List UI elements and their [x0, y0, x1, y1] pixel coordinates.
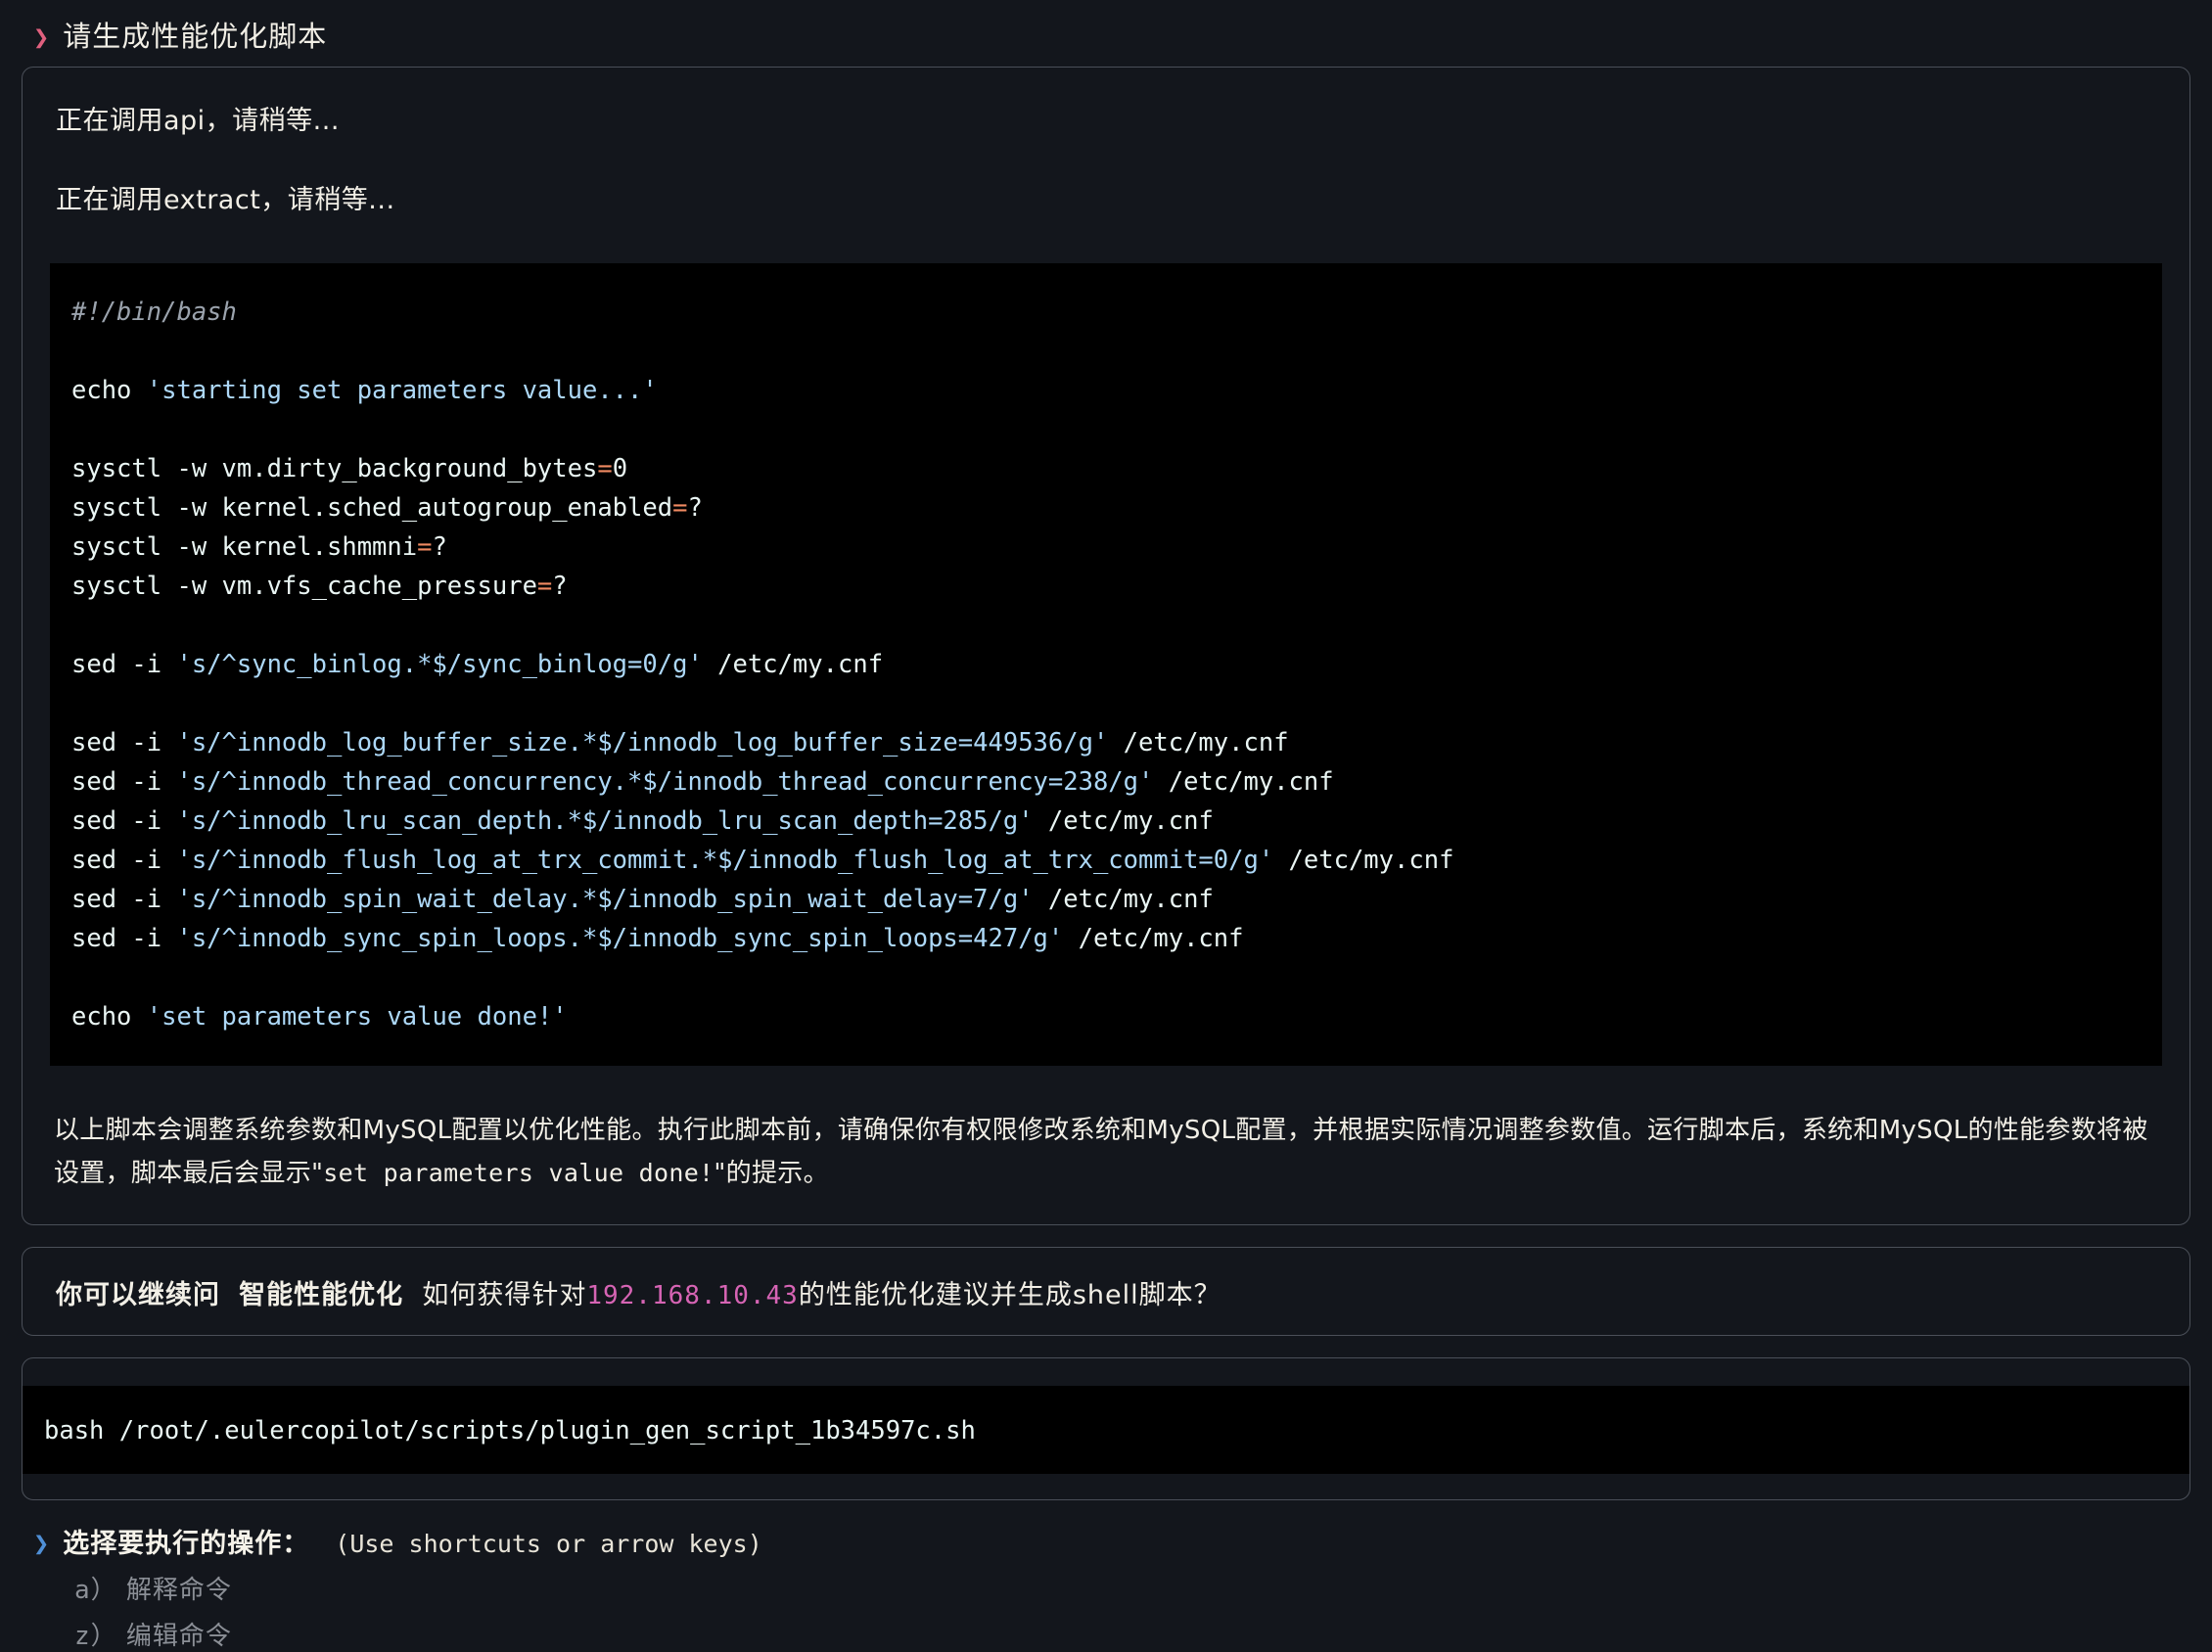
- code-line: #!/bin/bash: [50, 293, 2162, 332]
- code-token-plain: sysctl -w vm.dirty_background_bytes: [71, 454, 597, 483]
- code-line: sed -i 's/^innodb_log_buffer_size.*$/inn…: [50, 723, 2162, 762]
- code-token-plain: sed -i: [71, 924, 176, 953]
- code-token-plain: sysctl -w kernel.sched_autogroup_enabled: [71, 493, 672, 523]
- code-token-string: 'set parameters value done!': [147, 1002, 568, 1032]
- code-line: sed -i 's/^innodb_lru_scan_depth.*$/inno…: [50, 802, 2162, 841]
- code-line: sed -i 's/^innodb_thread_concurrency.*$/…: [50, 762, 2162, 802]
- code-token-path: /etc/my.cnf: [703, 650, 883, 679]
- action-option-a[interactable]: a） 解释命令: [74, 1570, 2190, 1606]
- suggestion-text: 你可以继续问 智能性能优化 如何获得针对192.168.10.43的性能优化建议…: [56, 1273, 2162, 1311]
- code-line-blank: [50, 684, 2162, 723]
- user-prompt: ❯ 请生成性能优化脚本: [22, 14, 2190, 55]
- script-lines: echo 'starting set parameters value...' s…: [50, 371, 2162, 1036]
- code-token-plain: sysctl -w kernel.shmmni: [71, 532, 417, 562]
- code-token-string: 'starting set parameters value...': [147, 376, 658, 405]
- chevron-right-icon: ❯: [33, 24, 49, 51]
- code-line: echo 'set parameters value done!': [50, 997, 2162, 1036]
- code-token-string: 's/^innodb_log_buffer_size.*$/innodb_log…: [176, 728, 1108, 757]
- code-token-operator: =: [417, 532, 432, 562]
- code-line-blank: [50, 332, 2162, 371]
- code-line-blank: [50, 410, 2162, 449]
- terminal-screen: ❯ 请生成性能优化脚本 正在调用api，请稍等... 正在调用extract，请…: [0, 0, 2212, 1620]
- action-select-header: ❯ 选择要执行的操作： (Use shortcuts or arrow keys…: [33, 1522, 2190, 1560]
- code-line-blank: [50, 606, 2162, 645]
- action-option-list: a） 解释命令 z） 编辑命令: [33, 1570, 2190, 1652]
- code-token-path: /etc/my.cnf: [1273, 846, 1453, 875]
- chevron-right-icon: ❯: [33, 1531, 49, 1557]
- code-token-plain: sed -i: [71, 885, 176, 914]
- code-token-operator: =: [597, 454, 612, 483]
- action-option-key: a）: [74, 1576, 117, 1605]
- code-token-path: /etc/my.cnf: [1034, 806, 1214, 836]
- code-line: sysctl -w vm.vfs_cache_pressure=?: [50, 567, 2162, 606]
- action-select-title: 选择要执行的操作：: [63, 1522, 309, 1560]
- suggestion-plugin-name: 智能性能优化: [239, 1280, 403, 1310]
- status-calling-extract: 正在调用extract，请稍等...: [56, 178, 2162, 216]
- action-option-key: z）: [74, 1622, 117, 1651]
- suggestion-question-after-ip: 的性能优化建议并生成shell脚本？: [799, 1280, 1221, 1310]
- code-token-string: 's/^innodb_lru_scan_depth.*$/innodb_lru_…: [176, 806, 1033, 836]
- code-token-operator: =: [537, 572, 552, 601]
- code-token-string: 's/^innodb_spin_wait_delay.*$/innodb_spi…: [176, 885, 1033, 914]
- user-prompt-text: 请生成性能优化脚本: [63, 14, 327, 55]
- code-token-string: 's/^innodb_flush_log_at_trx_commit.*$/in…: [176, 846, 1273, 875]
- code-token-string: 's/^innodb_thread_concurrency.*$/innodb_…: [176, 767, 1153, 797]
- suggestion-question-before-ip: 如何获得针对: [422, 1280, 586, 1310]
- code-token-plain: sed -i: [71, 728, 176, 757]
- code-token-value: 0: [613, 454, 627, 483]
- action-option-label: 编辑命令: [126, 1622, 232, 1651]
- code-token-plain: echo: [71, 1002, 147, 1032]
- response-panel: 正在调用api，请稍等... 正在调用extract，请稍等... #!/bin…: [22, 67, 2190, 1225]
- code-line-blank: [50, 958, 2162, 997]
- suggestion-panel[interactable]: 你可以继续问 智能性能优化 如何获得针对192.168.10.43的性能优化建议…: [22, 1247, 2190, 1336]
- command-line: bash /root/.eulercopilot/scripts/plugin_…: [23, 1411, 2189, 1450]
- action-select: ❯ 选择要执行的操作： (Use shortcuts or arrow keys…: [33, 1522, 2190, 1652]
- code-line: echo 'starting set parameters value...': [50, 371, 2162, 410]
- code-line: sed -i 's/^innodb_flush_log_at_trx_commi…: [50, 841, 2162, 880]
- code-token-plain: sed -i: [71, 806, 176, 836]
- code-comment: #!/bin/bash: [71, 298, 237, 327]
- code-line: sed -i 's/^innodb_spin_wait_delay.*$/inn…: [50, 880, 2162, 919]
- code-line: sed -i 's/^sync_binlog.*$/sync_binlog=0/…: [50, 645, 2162, 684]
- code-token-value: ?: [552, 572, 567, 601]
- code-line: sysctl -w vm.dirty_background_bytes=0: [50, 449, 2162, 488]
- code-token-plain: echo: [71, 376, 147, 405]
- code-line: sysctl -w kernel.shmmni=?: [50, 528, 2162, 567]
- code-line: sed -i 's/^innodb_sync_spin_loops.*$/inn…: [50, 919, 2162, 958]
- action-select-hint: (Use shortcuts or arrow keys): [335, 1530, 762, 1558]
- code-token-path: /etc/my.cnf: [1034, 885, 1214, 914]
- code-token-value: ?: [432, 532, 446, 562]
- script-explanation: 以上脚本会调整系统参数和MySQL配置以优化性能。执行此脚本前，请确保你有权限修…: [54, 1109, 2158, 1195]
- suggestion-prefix: 你可以继续问: [56, 1280, 220, 1310]
- code-token-plain: sysctl -w vm.vfs_cache_pressure: [71, 572, 537, 601]
- code-token-plain: sed -i: [71, 846, 176, 875]
- explanation-text-2: "的提示。: [714, 1159, 828, 1188]
- code-token-path: /etc/my.cnf: [1063, 924, 1243, 953]
- status-calling-api: 正在调用api，请稍等...: [56, 99, 2162, 137]
- code-line: sysctl -w kernel.sched_autogroup_enabled…: [50, 488, 2162, 528]
- suggestion-ip-address: 192.168.10.43: [586, 1281, 799, 1310]
- code-token-string: 's/^innodb_sync_spin_loops.*$/innodb_syn…: [176, 924, 1063, 953]
- code-token-string: 's/^sync_binlog.*$/sync_binlog=0/g': [176, 650, 702, 679]
- explanation-code-quote: set parameters value done!: [323, 1159, 714, 1187]
- code-token-plain: sed -i: [71, 767, 176, 797]
- command-panel[interactable]: bash /root/.eulercopilot/scripts/plugin_…: [22, 1357, 2190, 1500]
- code-token-path: /etc/my.cnf: [1153, 767, 1333, 797]
- code-token-path: /etc/my.cnf: [1108, 728, 1288, 757]
- code-token-plain: sed -i: [71, 650, 176, 679]
- action-option-label: 解释命令: [126, 1576, 232, 1605]
- code-token-operator: =: [672, 493, 687, 523]
- command-code-block: bash /root/.eulercopilot/scripts/plugin_…: [23, 1386, 2189, 1474]
- action-option-z[interactable]: z） 编辑命令: [74, 1616, 2190, 1652]
- code-token-value: ?: [687, 493, 702, 523]
- script-code-block: #!/bin/bash echo 'starting set parameter…: [50, 263, 2162, 1066]
- command-text: bash /root/.eulercopilot/scripts/plugin_…: [44, 1416, 976, 1446]
